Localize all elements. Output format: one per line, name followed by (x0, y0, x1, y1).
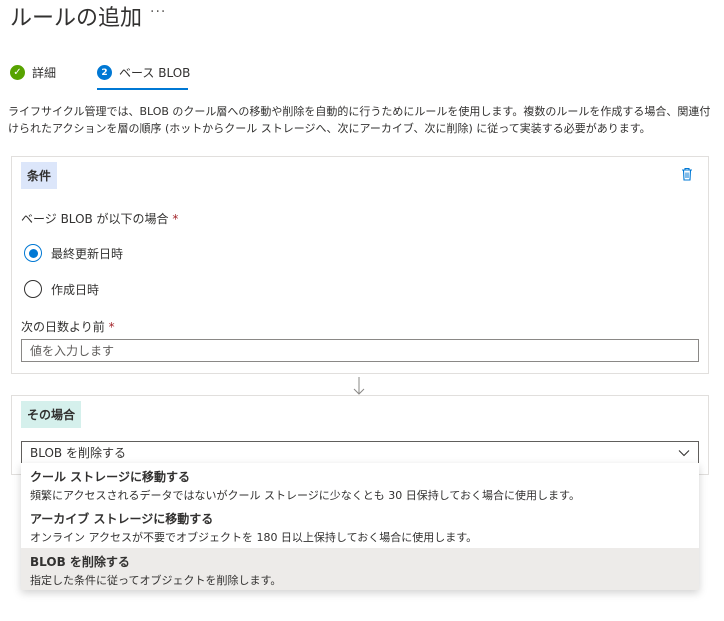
page-title: ルールの追加 (10, 6, 143, 31)
checkmark-icon: ✓ (10, 65, 25, 80)
then-header: その場合 (21, 401, 82, 428)
option-move-cool[interactable]: クール ストレージに移動する 頻繁にアクセスされるデータではないがクール ストレ… (21, 463, 699, 505)
radio-dot (28, 248, 38, 258)
radio-label: 最終更新日時 (51, 246, 124, 261)
option-description: オンライン アクセスが不要でオブジェクトを 180 日以上保持しておく場合に使用… (30, 531, 478, 544)
option-title: クール ストレージに移動する (30, 470, 190, 484)
action-dropdown[interactable]: BLOB を削除する (21, 441, 699, 464)
option-delete-blob[interactable]: BLOB を削除する 指定した条件に従ってオブジェクトを削除します。 (21, 548, 699, 590)
radio-created[interactable]: 作成日時 (24, 280, 99, 298)
if-label: ベージ BLOB が以下の場合 * (21, 212, 179, 226)
tab-base-blob[interactable]: 2 ベース BLOB (97, 64, 190, 81)
tab-details-label: 詳細 (32, 66, 57, 80)
chevron-down-icon (678, 449, 690, 456)
trash-icon[interactable] (681, 167, 693, 181)
arrow-down-icon (353, 377, 365, 395)
step-number-badge: 2 (97, 65, 112, 80)
option-description: 頻繁にアクセスされるデータではないがクール ストレージに少なくとも 30 日保持… (30, 489, 580, 502)
option-move-archive[interactable]: アーカイブ ストレージに移動する オンライン アクセスが不要でオブジェクトを 1… (21, 505, 699, 547)
action-dropdown-list: クール ストレージに移動する 頻繁にアクセスされるデータではないがクール ストレ… (21, 463, 699, 590)
action-dropdown-value: BLOB を削除する (30, 446, 126, 460)
radio-circle[interactable] (24, 280, 42, 298)
more-options-button[interactable]: ··· (150, 4, 166, 20)
option-title: アーカイブ ストレージに移動する (30, 512, 214, 526)
required-mark: * (108, 320, 115, 334)
radio-circle[interactable] (24, 244, 42, 262)
required-mark: * (172, 212, 179, 226)
conditions-header: 条件 (21, 162, 58, 189)
tab-details[interactable]: ✓ 詳細 (10, 64, 56, 81)
days-input[interactable]: 値を入力します (21, 339, 699, 362)
active-tab-indicator (97, 88, 188, 90)
conditions-card: 条件 ベージ BLOB が以下の場合 * 最終更新日時 作成日時 次の日数より前… (11, 156, 709, 374)
option-description: 指定した条件に従ってオブジェクトを削除します。 (30, 574, 282, 587)
radio-last-modified[interactable]: 最終更新日時 (24, 244, 123, 262)
days-label: 次の日数より前 * (21, 320, 115, 334)
radio-label: 作成日時 (51, 282, 100, 297)
description-text: ライフサイクル管理では、BLOB のクール層への移動や削除を自動的に行うためにル… (8, 105, 711, 135)
tab-base-blob-label: ベース BLOB (119, 66, 191, 80)
option-title: BLOB を削除する (30, 555, 130, 569)
